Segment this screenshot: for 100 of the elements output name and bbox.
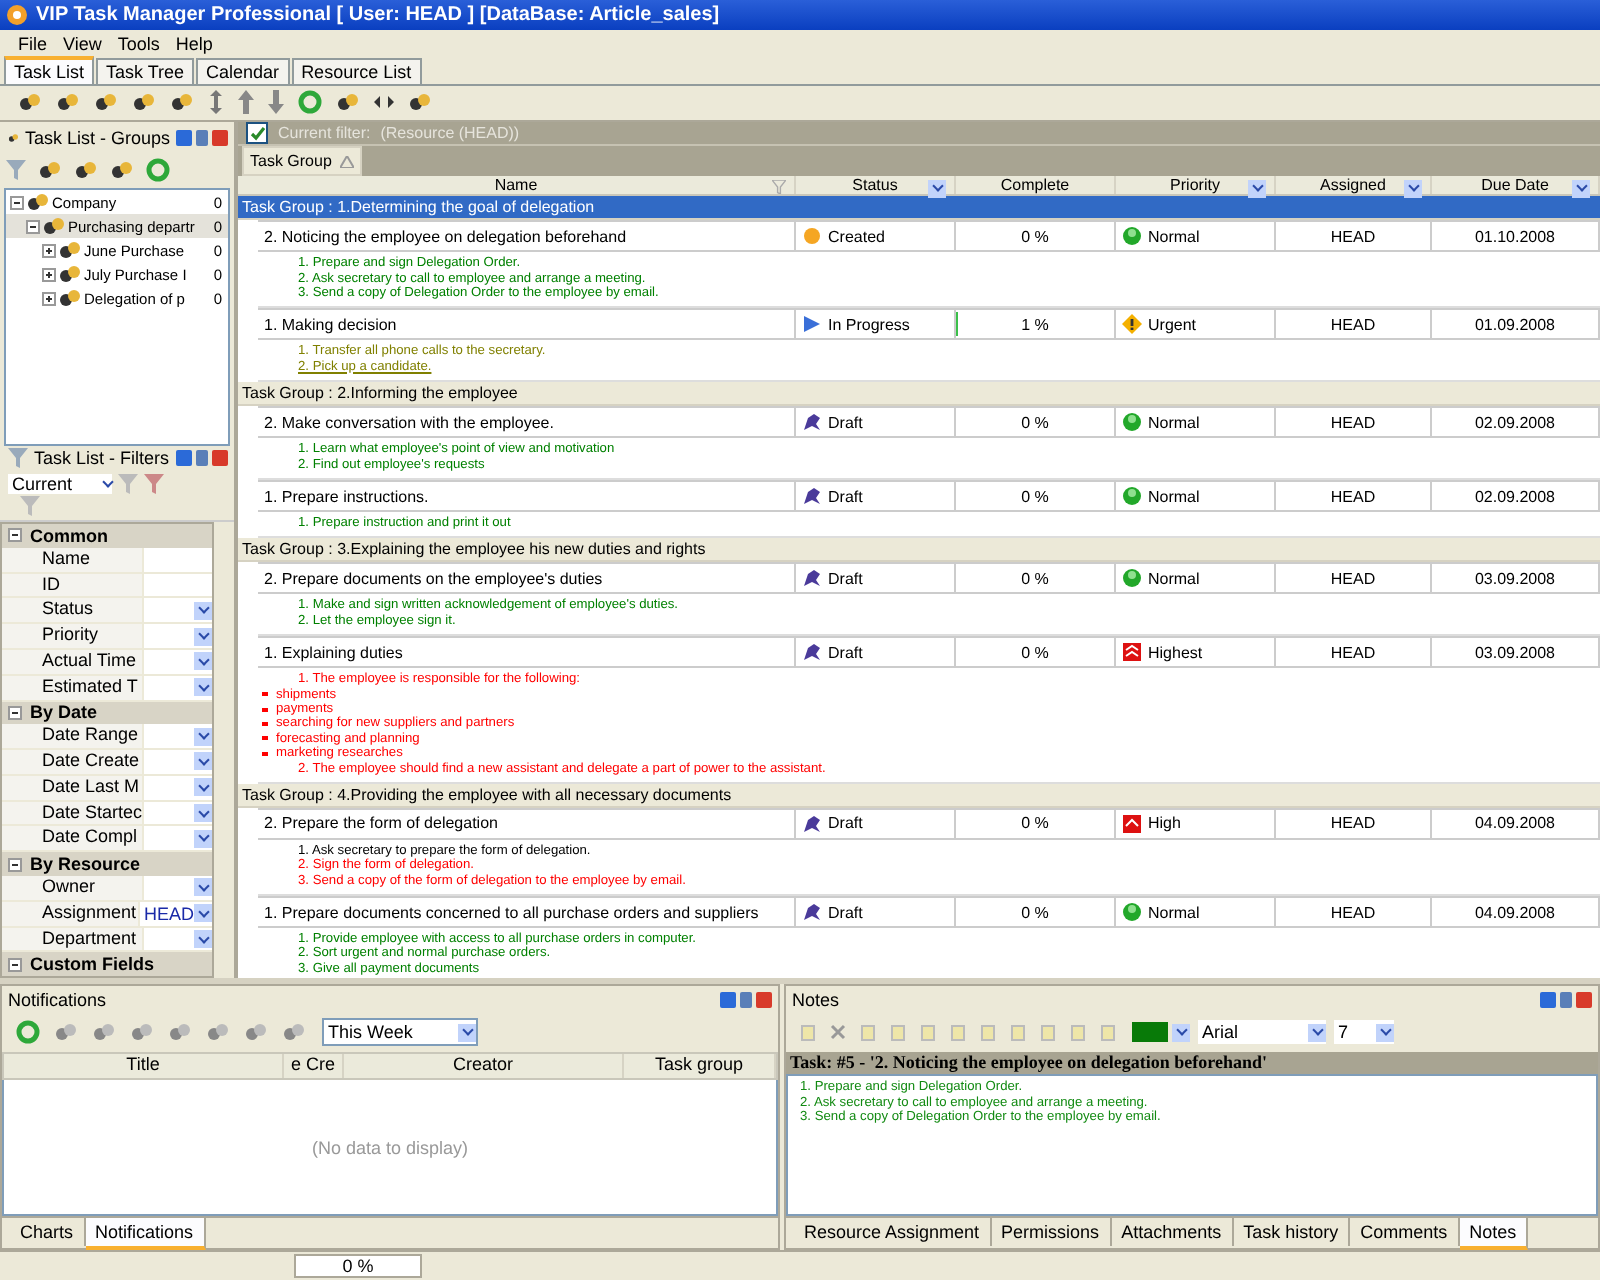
pin-button[interactable] bbox=[740, 991, 752, 1008]
dropdown-button[interactable] bbox=[194, 778, 212, 797]
dropdown-button[interactable] bbox=[1404, 179, 1422, 198]
collapse-icon[interactable] bbox=[8, 857, 22, 872]
close-button[interactable] bbox=[212, 450, 228, 467]
property-label: Priority bbox=[2, 624, 144, 648]
close-button[interactable] bbox=[1576, 991, 1592, 1008]
percent-complete: 0 % bbox=[1021, 487, 1049, 505]
status-label: Draft bbox=[828, 413, 863, 432]
status-label: Draft bbox=[828, 487, 863, 505]
dropdown-button[interactable] bbox=[194, 804, 212, 823]
font-dropdown[interactable]: Arial bbox=[1198, 1020, 1326, 1045]
empty-message: (No data to display) bbox=[311, 1137, 469, 1158]
pin-button[interactable] bbox=[196, 450, 208, 467]
ball-icon bbox=[1122, 568, 1142, 589]
property-label: Date Create bbox=[2, 750, 144, 774]
close-icon bbox=[830, 1024, 846, 1041]
collapse-icon[interactable] bbox=[8, 705, 22, 720]
restore-button[interactable] bbox=[176, 129, 192, 146]
column-header[interactable]: e Cre bbox=[284, 1054, 344, 1079]
task-name: 1. Prepare documents concerned to all purchase orders and suppliers bbox=[264, 903, 759, 922]
panel-title: Notes bbox=[792, 989, 840, 1010]
dropdown-button[interactable] bbox=[194, 930, 212, 949]
view-tab[interactable]: Calendar bbox=[196, 57, 290, 84]
task-name: 1. Explaining duties bbox=[264, 643, 403, 662]
bullet-icon bbox=[262, 736, 268, 741]
percent-complete: 0 % bbox=[1021, 569, 1049, 588]
progress-text: 0 % bbox=[294, 1254, 422, 1279]
panel-tab[interactable]: Permissions bbox=[991, 1218, 1112, 1247]
dropdown-button[interactable] bbox=[1572, 179, 1590, 198]
period-dropdown[interactable]: This Week bbox=[322, 1018, 478, 1047]
app-logo-icon bbox=[6, 3, 28, 26]
column-header[interactable]: Name bbox=[494, 176, 538, 195]
column-header[interactable]: Complete bbox=[1000, 176, 1070, 195]
dropdown-button[interactable] bbox=[928, 179, 946, 198]
dropdown-button[interactable] bbox=[194, 752, 212, 771]
sort-up-icon bbox=[339, 155, 354, 168]
column-header[interactable]: Title bbox=[4, 1054, 284, 1079]
view-dropdown[interactable]: Current bbox=[8, 473, 112, 494]
menu-item[interactable]: Help bbox=[175, 33, 213, 54]
restore-button[interactable] bbox=[1540, 991, 1556, 1008]
collapse-icon[interactable] bbox=[8, 528, 22, 543]
view-tab[interactable]: Task List bbox=[4, 55, 95, 84]
group-header[interactable]: Task Group : 3.Explaining the employee his new duties and rights bbox=[238, 538, 1600, 563]
bullet-icon bbox=[262, 692, 268, 697]
group-header[interactable]: Task Group : 4.Providing the employee with all necessary documents bbox=[238, 783, 1600, 808]
panel-tab[interactable]: Resource Assignment bbox=[794, 1218, 992, 1247]
due-date: 02.09.2008 bbox=[1474, 413, 1556, 432]
panel-tab[interactable]: Notes bbox=[1459, 1218, 1529, 1251]
filter-checkbox[interactable] bbox=[246, 122, 268, 145]
collapse-icon[interactable] bbox=[8, 957, 22, 972]
pin-button[interactable] bbox=[1560, 991, 1572, 1008]
column-header[interactable]: Status bbox=[852, 176, 898, 195]
color-picker[interactable] bbox=[1132, 1022, 1168, 1043]
panel-tab[interactable]: Notifications bbox=[85, 1218, 206, 1251]
ball-icon bbox=[1122, 486, 1142, 506]
group-by-button[interactable]: Task Group bbox=[242, 146, 362, 177]
panel-tab[interactable]: Attachments bbox=[1111, 1218, 1234, 1247]
dropdown-button[interactable] bbox=[1172, 1023, 1190, 1042]
flag-square-icon bbox=[1122, 813, 1142, 834]
fit-width-icon bbox=[374, 96, 394, 109]
column-header[interactable]: Task group bbox=[624, 1054, 776, 1079]
menu-item[interactable]: File bbox=[18, 33, 48, 54]
close-button[interactable] bbox=[756, 991, 772, 1008]
restore-button[interactable] bbox=[176, 450, 192, 467]
pin-button[interactable] bbox=[196, 129, 208, 146]
close-button[interactable] bbox=[212, 129, 228, 146]
menu-item[interactable]: View bbox=[63, 33, 102, 54]
dropdown-button[interactable] bbox=[1248, 179, 1266, 198]
restore-button[interactable] bbox=[720, 991, 736, 1008]
dropdown-button[interactable] bbox=[194, 904, 212, 923]
assignee: HEAD bbox=[1330, 643, 1376, 662]
view-tab[interactable]: Resource List bbox=[291, 57, 422, 84]
property-label: Estimated T bbox=[2, 675, 144, 699]
section-title: By Date bbox=[30, 702, 98, 723]
dropdown-button[interactable] bbox=[194, 829, 212, 848]
group-header[interactable]: Task Group : 1.Determining the goal of delegation bbox=[238, 196, 1600, 221]
column-header[interactable]: Assigned bbox=[1320, 176, 1386, 195]
status-label: In Progress bbox=[828, 315, 910, 334]
dropdown-button[interactable] bbox=[194, 727, 212, 746]
dropdown-button[interactable] bbox=[194, 878, 212, 897]
size-dropdown[interactable]: 7 bbox=[1334, 1020, 1394, 1045]
dropdown-button[interactable] bbox=[194, 652, 212, 671]
ball-icon bbox=[1122, 226, 1142, 247]
dropdown-button[interactable] bbox=[194, 678, 212, 697]
column-header[interactable]: Due Date bbox=[1481, 176, 1549, 195]
group-header[interactable]: Task Group : 2.Informing the employee bbox=[238, 382, 1600, 407]
filter-icon bbox=[6, 160, 26, 181]
panel-tab[interactable]: Task history bbox=[1233, 1218, 1351, 1247]
dropdown-button[interactable] bbox=[194, 627, 212, 645]
dropdown-button[interactable] bbox=[194, 601, 212, 620]
filter-value: (Resource (HEAD)) bbox=[380, 124, 520, 143]
column-header[interactable]: Priority bbox=[1170, 176, 1220, 195]
panel-title: Task List - Filters bbox=[34, 448, 170, 469]
panel-title: Notifications bbox=[8, 989, 107, 1010]
column-header[interactable]: Creator bbox=[344, 1054, 624, 1079]
assignee: HEAD bbox=[1330, 569, 1376, 588]
view-tab[interactable]: Task Tree bbox=[96, 57, 195, 84]
refresh-icon bbox=[16, 1020, 40, 1045]
menu-item[interactable]: Tools bbox=[117, 33, 160, 54]
